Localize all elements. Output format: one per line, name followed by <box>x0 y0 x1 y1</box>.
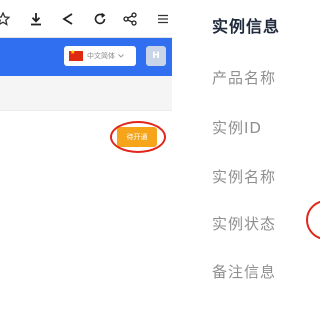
instance-card: 待开通 <box>0 110 172 320</box>
china-flag-icon <box>69 48 83 61</box>
field-instance-status: 实例状态 <box>212 215 277 233</box>
chevron-down-icon <box>118 54 124 58</box>
download-icon[interactable] <box>25 8 47 30</box>
panel-divider <box>172 0 188 320</box>
page: 中文简体 H 待开通 实例信息 产品名称 实例ID 实例名称 实例状态 备注信息 <box>0 0 320 320</box>
language-select[interactable]: 中文简体 <box>64 46 136 66</box>
network-share-icon[interactable] <box>119 8 141 30</box>
highlight-circle <box>110 121 166 153</box>
field-instance-id: 实例ID <box>212 119 262 137</box>
menu-icon[interactable] <box>152 8 174 30</box>
avatar[interactable]: H <box>146 46 166 66</box>
app-header: 中文简体 H <box>0 38 172 76</box>
refresh-icon[interactable] <box>89 8 111 30</box>
instance-screenshot-panel: 中文简体 H 待开通 <box>0 0 172 320</box>
star-icon[interactable] <box>0 8 14 30</box>
field-remark-info: 备注信息 <box>212 263 277 281</box>
browser-toolbar <box>0 0 172 38</box>
language-label: 中文简体 <box>87 52 115 60</box>
instance-info-title: 实例信息 <box>212 17 281 36</box>
instance-info-panel: 实例信息 产品名称 实例ID 实例名称 实例状态 备注信息 <box>188 0 320 320</box>
field-product-name: 产品名称 <box>212 69 277 87</box>
highlight-circle <box>306 200 320 240</box>
share-icon[interactable] <box>57 8 79 30</box>
field-instance-name: 实例名称 <box>212 168 277 186</box>
